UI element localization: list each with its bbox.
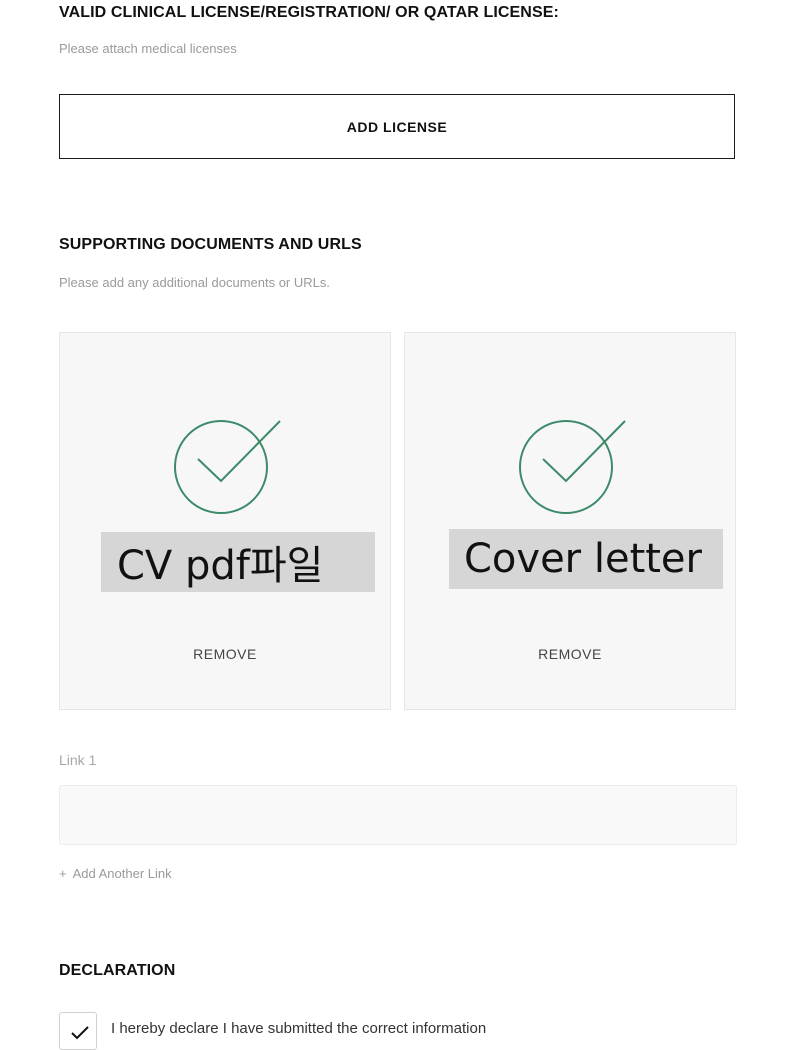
remove-document-button[interactable]: REMOVE <box>60 646 390 662</box>
check-circle-icon <box>519 420 626 514</box>
link-1-label: Link 1 <box>59 752 97 768</box>
declaration-text: I hereby declare I have submitted the co… <box>111 1020 487 1037</box>
link-1-input[interactable] <box>59 785 737 845</box>
add-another-link-label: Add Another Link <box>72 866 172 881</box>
license-section-hint: Please attach medical licenses <box>59 41 237 56</box>
check-circle-icon <box>174 420 281 514</box>
plus-icon: + <box>59 866 67 881</box>
supporting-section-title: SUPPORTING DOCUMENTS AND URLS <box>59 236 362 253</box>
document-file-label: CV pdf파일 <box>101 532 375 592</box>
declaration-checkbox[interactable] <box>59 1012 97 1050</box>
add-license-button[interactable]: ADD LICENSE <box>59 94 735 159</box>
document-file-label: Cover letter <box>449 529 723 589</box>
document-card-cover-letter: Cover letter REMOVE <box>404 332 736 710</box>
checkmark-icon <box>71 1026 89 1040</box>
declaration-title: DECLARATION <box>59 962 176 979</box>
license-section-title: VALID CLINICAL LICENSE/REGISTRATION/ OR … <box>59 4 559 21</box>
add-another-link-button[interactable]: + Add Another Link <box>59 866 172 881</box>
document-card-cv: CV pdf파일 REMOVE <box>59 332 391 710</box>
remove-document-button[interactable]: REMOVE <box>405 646 735 662</box>
supporting-section-hint: Please add any additional documents or U… <box>59 275 330 290</box>
